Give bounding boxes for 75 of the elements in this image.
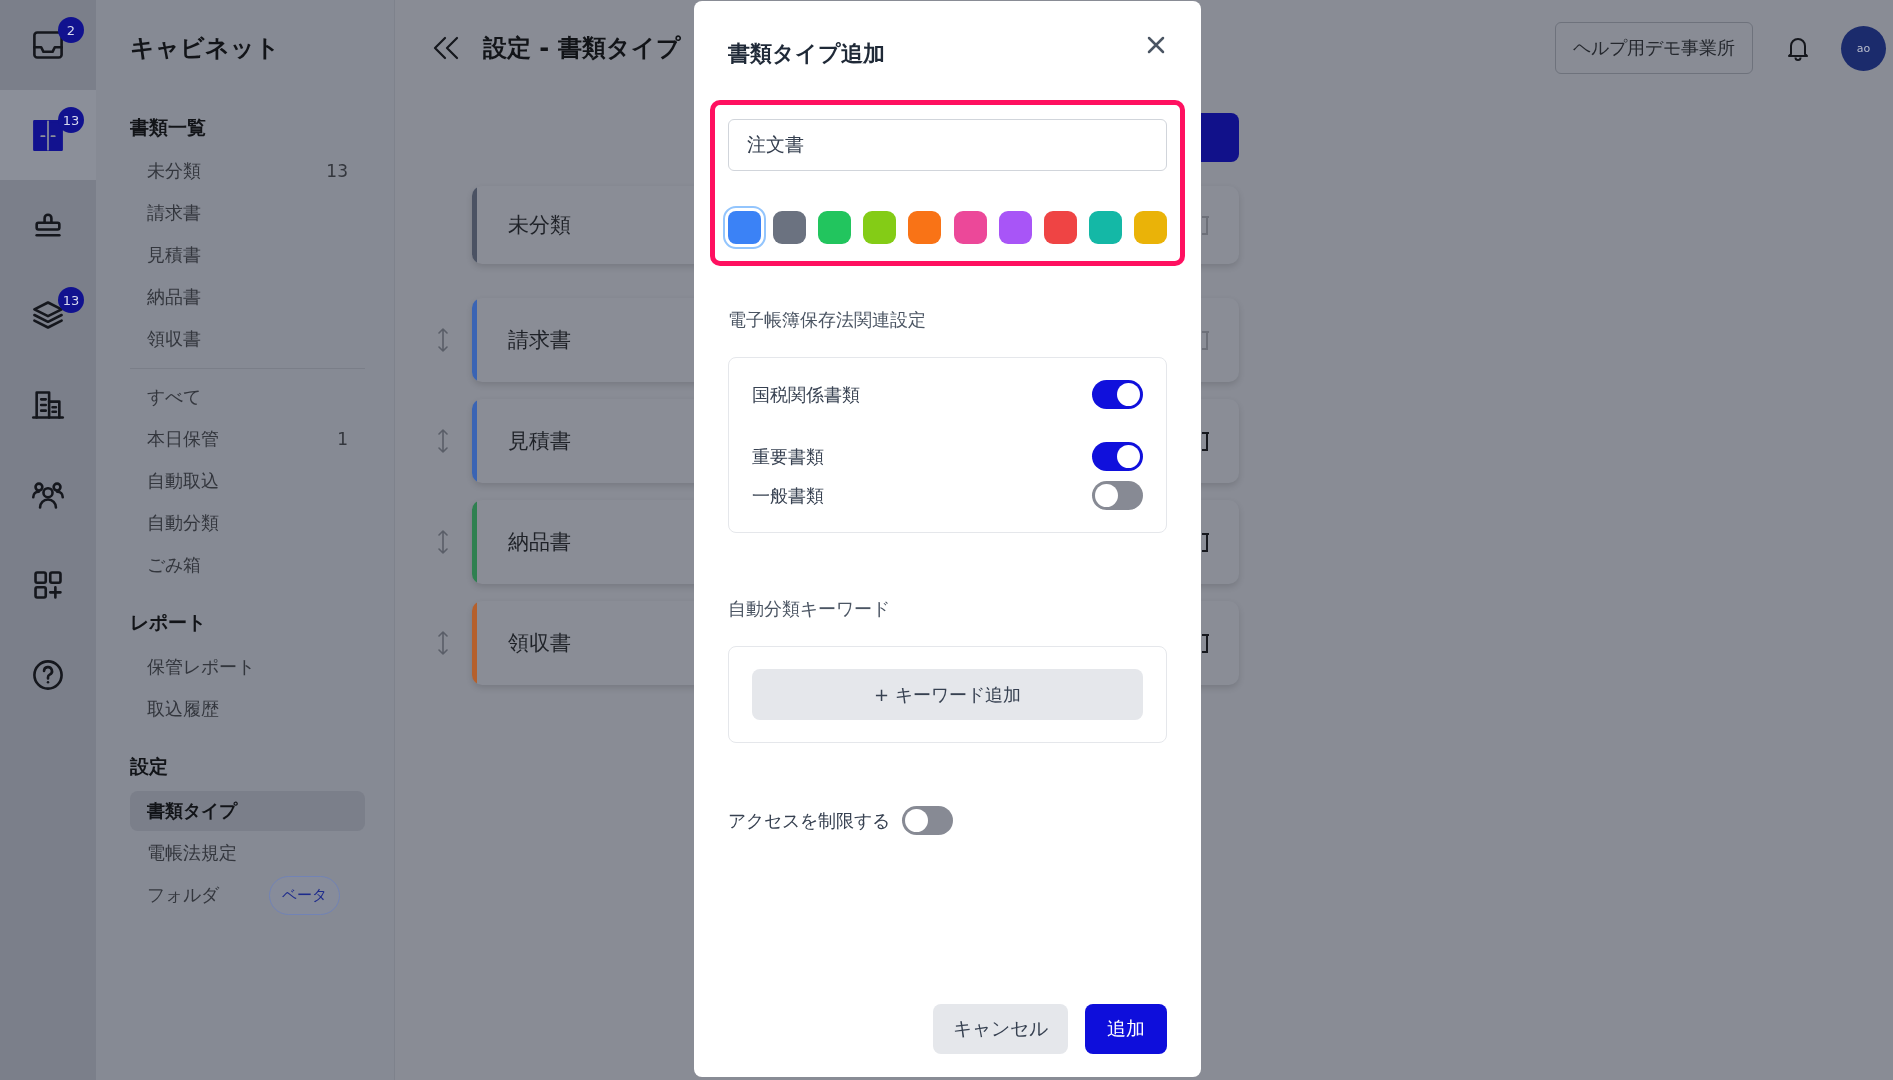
- color-swatch-icon[interactable]: [1088, 211, 1122, 244]
- type-name: 未分類: [508, 212, 571, 239]
- sidebar-item[interactable]: 本日保管 1: [130, 419, 365, 459]
- sidebar-item[interactable]: すべて: [130, 377, 365, 417]
- color-swatch-icon[interactable]: [863, 211, 897, 244]
- nav-button[interactable]: 13: [0, 90, 96, 180]
- office-button[interactable]: ヘルプ用デモ事業所: [1555, 22, 1753, 74]
- item-count: 13: [326, 161, 348, 181]
- sidebar-item[interactable]: 見積書: [130, 235, 365, 275]
- cabinet-icon: [31, 118, 65, 152]
- sidebar-item[interactable]: 書類タイプ: [130, 791, 365, 831]
- color-swatch-icon[interactable]: [1134, 211, 1167, 244]
- item-count: 1: [337, 429, 348, 449]
- bracket-icon[interactable]: [1202, 430, 1210, 452]
- section-heading: 書類一覧: [130, 115, 207, 140]
- section-heading: 自動分類キーワード: [728, 597, 891, 621]
- section-heading: 設定: [130, 754, 169, 779]
- apps-plus-icon: [31, 568, 65, 602]
- toggle-label: 一般書類: [752, 483, 824, 508]
- count-badge: 13: [58, 287, 84, 313]
- color-swatch-icon[interactable]: [818, 211, 852, 244]
- drag-handle-icon[interactable]: [437, 529, 449, 555]
- sidebar-item[interactable]: 自動分類: [130, 503, 365, 543]
- sidebar-item[interactable]: 納品書: [130, 277, 365, 317]
- sidebar-title: キャビネット: [130, 33, 281, 64]
- add-keyword-button[interactable]: + キーワード追加: [752, 669, 1143, 720]
- sidebar-item[interactable]: ごみ箱: [130, 545, 365, 585]
- sidebar-item[interactable]: 請求書: [130, 193, 365, 233]
- bell-icon[interactable]: [1786, 35, 1810, 61]
- layers-icon: [31, 298, 65, 332]
- close-icon[interactable]: [1147, 36, 1165, 54]
- building-icon: [31, 388, 65, 422]
- sidebar-item[interactable]: 未分類 13: [130, 151, 365, 191]
- toggle-label: 国税関係書類: [752, 382, 860, 407]
- sidebar-item[interactable]: 電帳法規定: [130, 833, 365, 873]
- type-name: 領収書: [508, 630, 571, 657]
- sidebar-item[interactable]: 保管レポート: [130, 647, 365, 687]
- section-heading: レポート: [130, 610, 207, 635]
- toggle-switch[interactable]: [1092, 442, 1143, 471]
- type-name: 見積書: [508, 428, 571, 455]
- name-field[interactable]: 注文書: [728, 119, 1167, 171]
- cancel-button[interactable]: キャンセル: [933, 1004, 1068, 1054]
- toggle-label: 重要書類: [752, 444, 824, 469]
- sidebar-item[interactable]: フォルダ ベータ: [130, 875, 365, 915]
- dialog-title: 書類タイプ追加: [728, 40, 885, 68]
- color-swatch-icon[interactable]: [908, 211, 942, 244]
- confirm-button[interactable]: 追加: [1085, 1004, 1167, 1054]
- toggle-switch[interactable]: [1092, 481, 1143, 510]
- color-swatch-icon[interactable]: [953, 211, 987, 244]
- help-icon: [31, 658, 65, 692]
- color-swatch-icon[interactable]: [1043, 211, 1077, 244]
- color-swatch-icon[interactable]: [773, 211, 807, 244]
- count-badge: 2: [58, 17, 84, 43]
- count-badge: 13: [58, 107, 84, 133]
- sidebar-item[interactable]: 自動取込: [130, 461, 365, 501]
- inbox-tray-icon: [31, 28, 65, 62]
- type-name: 納品書: [508, 529, 571, 556]
- user-avatar[interactable]: ao: [1841, 25, 1886, 71]
- bracket-icon[interactable]: [1202, 632, 1210, 654]
- type-name: 請求書: [508, 327, 571, 354]
- sidebar-item[interactable]: 領収書: [130, 319, 365, 359]
- double-chevron-left-icon[interactable]: [433, 36, 459, 60]
- bracket-icon[interactable]: [1202, 531, 1210, 553]
- page-title: 設定 - 書類タイプ: [483, 33, 681, 64]
- beta-badge: ベータ: [269, 875, 340, 915]
- color-swatch-icon[interactable]: [998, 211, 1032, 244]
- sidebar-item[interactable]: 取込履歴: [130, 689, 365, 729]
- drag-handle-icon[interactable]: [437, 630, 449, 656]
- toggle-switch[interactable]: [902, 806, 953, 835]
- toggle-label: アクセスを制限する: [728, 808, 890, 833]
- section-heading: 電子帳簿保存法関連設定: [728, 308, 927, 332]
- drag-handle-icon[interactable]: [437, 327, 449, 353]
- color-swatch-icon[interactable]: [723, 206, 766, 249]
- toggle-switch[interactable]: [1092, 380, 1143, 409]
- drag-handle-icon[interactable]: [437, 428, 449, 454]
